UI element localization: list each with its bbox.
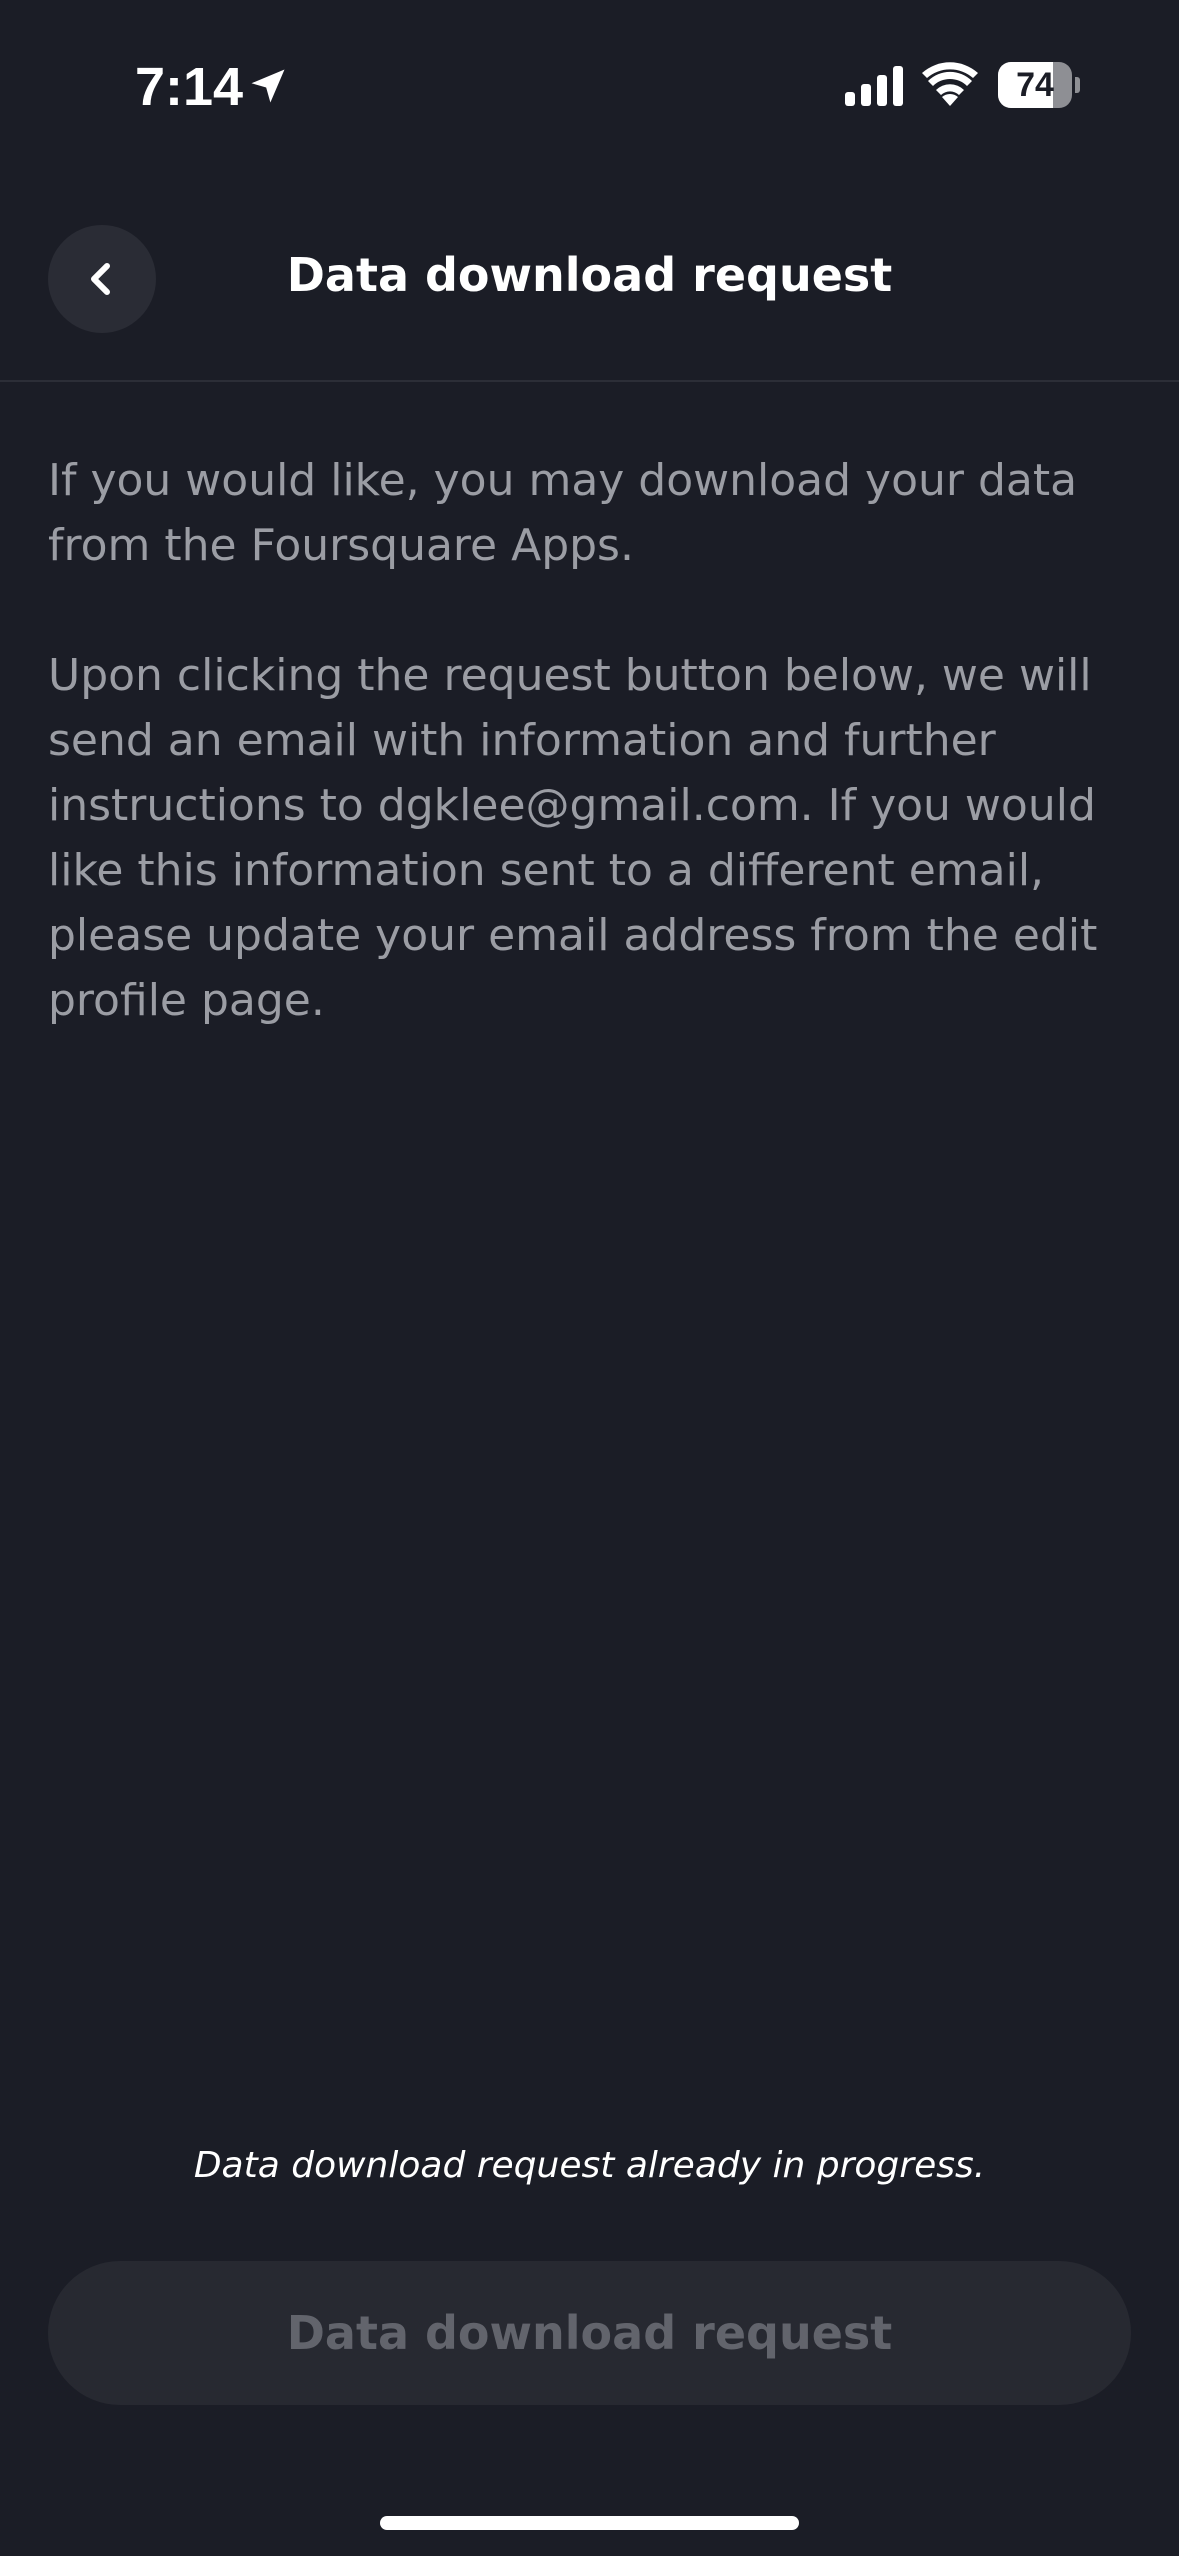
battery-cap <box>1075 77 1080 93</box>
intro-paragraph: If you would like, you may download your… <box>48 455 1078 571</box>
instructions-paragraph: Upon clicking the request button below, … <box>48 650 1098 1026</box>
data-download-request-button[interactable]: Data download request <box>48 2261 1131 2405</box>
status-bar: 7:14 74 <box>0 0 1179 150</box>
status-time: 7:14 <box>135 57 244 117</box>
wifi-icon <box>922 62 978 106</box>
location-arrow-icon <box>251 69 285 103</box>
page-title: Data download request <box>286 248 893 302</box>
battery-body: 74 <box>998 62 1072 108</box>
navigation-header: Data download request <box>0 170 1179 382</box>
battery-level: 74 <box>1016 66 1054 104</box>
request-status-message: Data download request already in progres… <box>193 2145 986 2186</box>
description-content: If you would like, you may download your… <box>48 448 1133 1033</box>
battery-icon: 74 <box>998 62 1080 108</box>
cellular-signal-icon <box>845 66 903 106</box>
home-indicator[interactable] <box>380 2516 799 2530</box>
